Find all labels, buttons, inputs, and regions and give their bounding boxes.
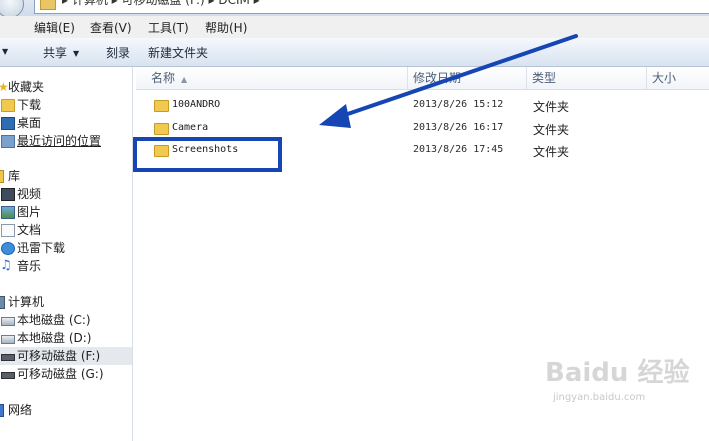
watermark-logo: Baidu 经验 — [545, 358, 690, 388]
baidu-watermark: Baidu 经验 jingyan.baidu.com — [545, 352, 705, 412]
watermark-url: jingyan.baidu.com — [553, 392, 646, 403]
